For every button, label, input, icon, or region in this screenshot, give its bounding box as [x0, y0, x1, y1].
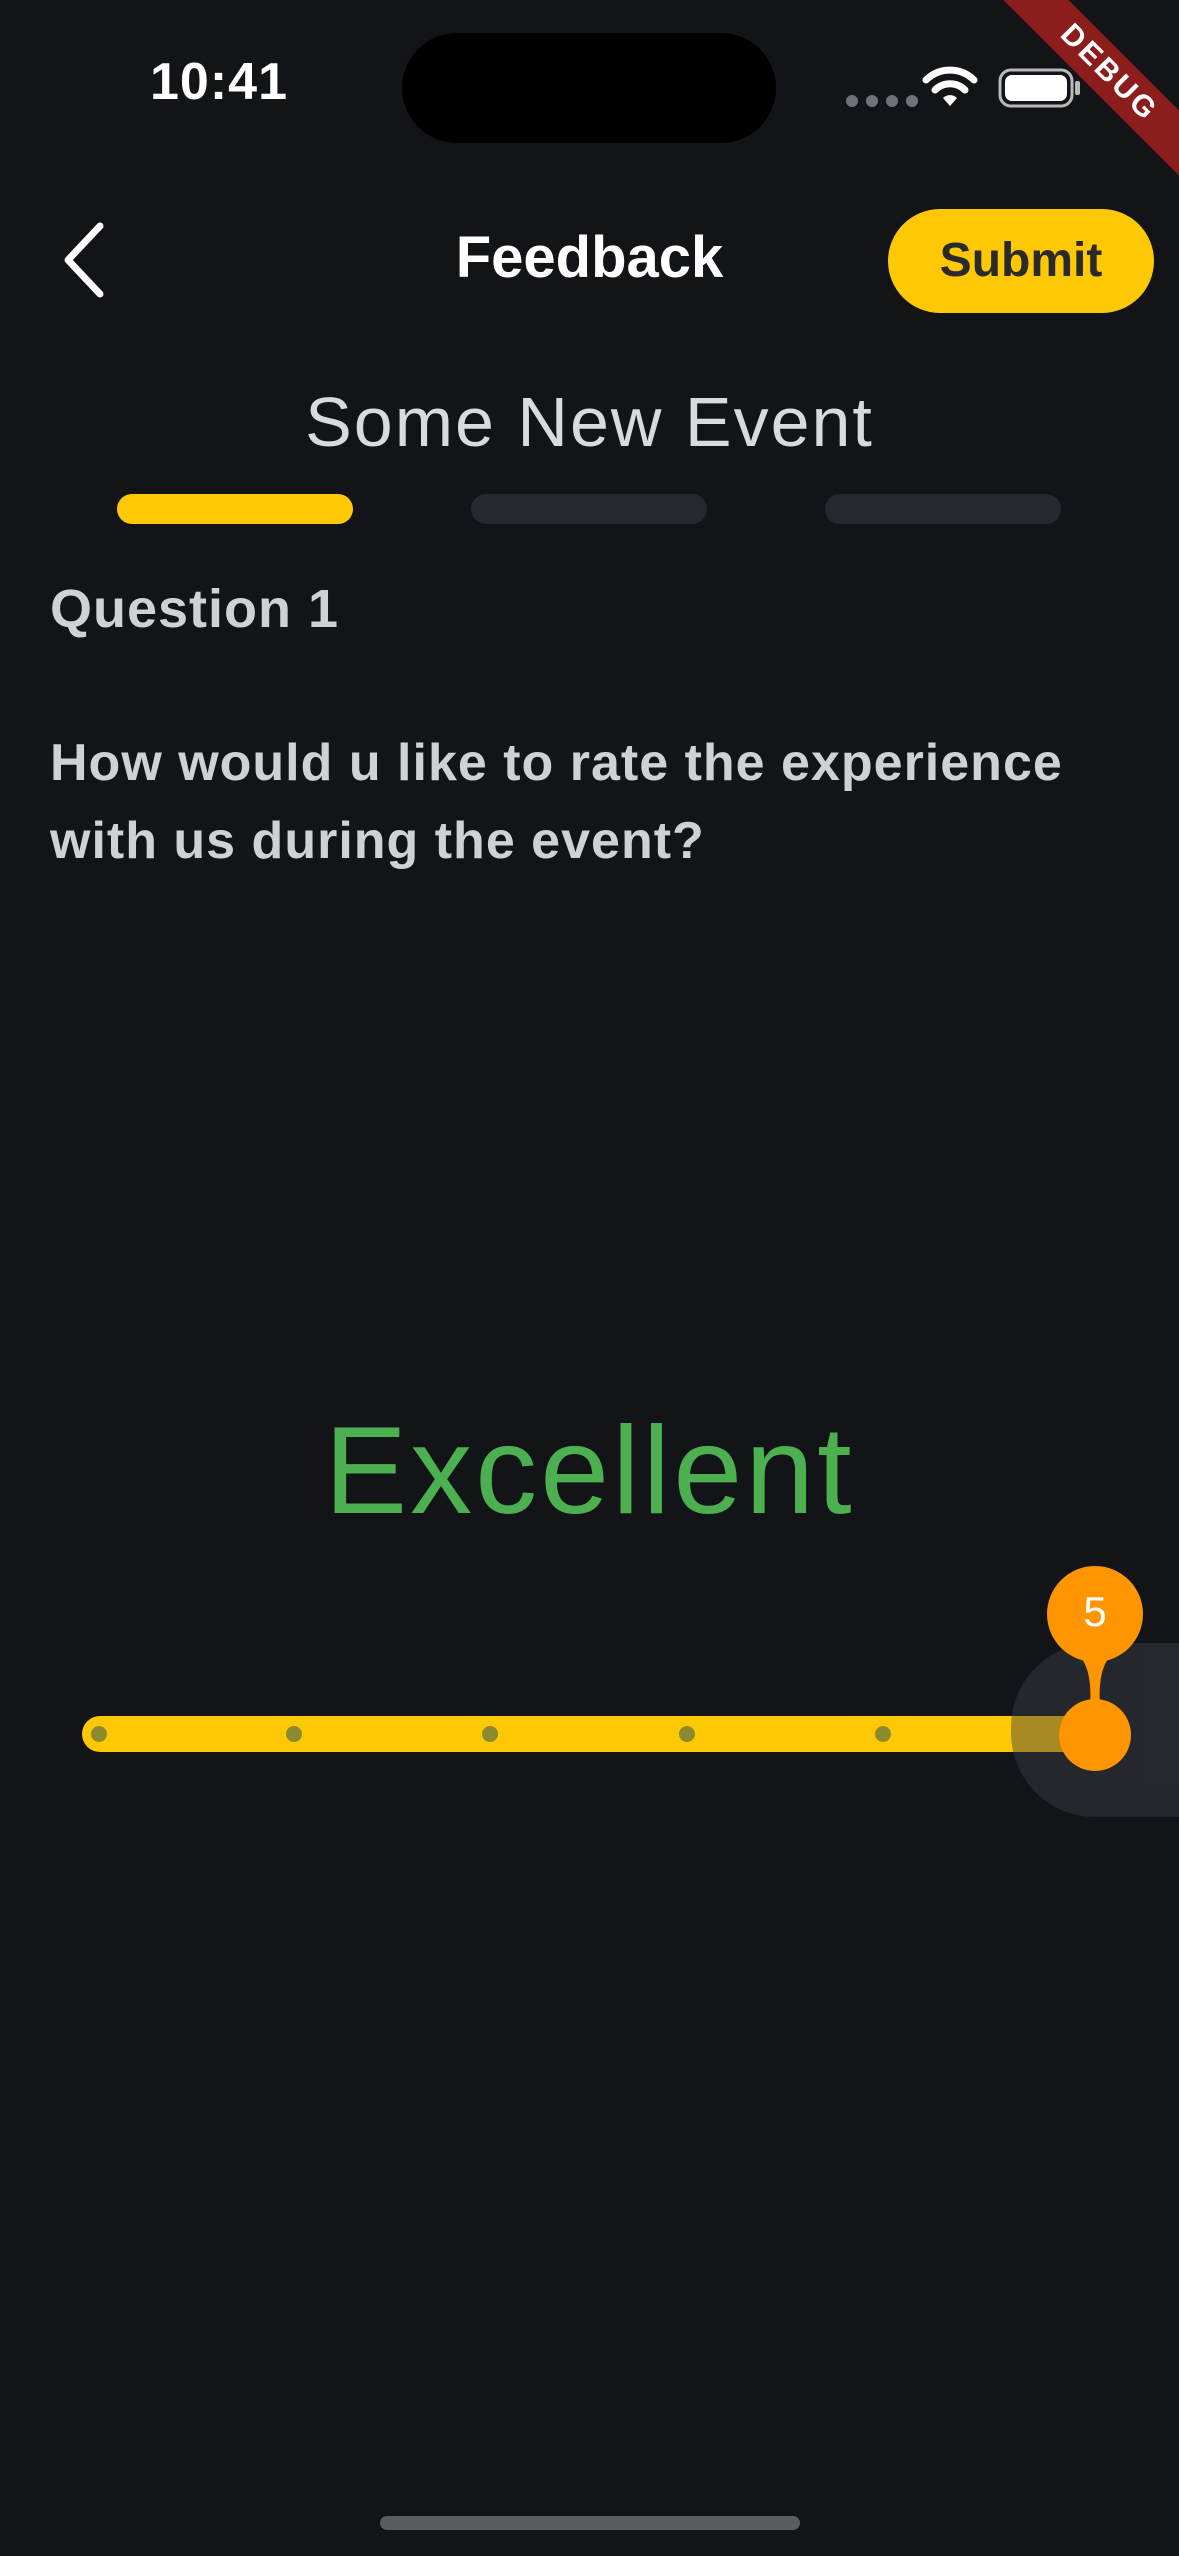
rating-label: Excellent: [324, 1402, 855, 1540]
slider-tick-3: [679, 1726, 695, 1742]
slider-tick-0: [91, 1726, 107, 1742]
wifi-icon: [922, 66, 978, 106]
debug-ribbon: DEBUG: [979, 0, 1179, 200]
slider-tick-1: [286, 1726, 302, 1742]
debug-ribbon-label: DEBUG: [986, 0, 1179, 196]
progress-step-3: [825, 494, 1061, 524]
progress-step-1: [117, 494, 353, 524]
rating-slider-thumb[interactable]: [1059, 1699, 1131, 1771]
status-time: 10:41: [150, 53, 288, 111]
question-label: Question 1: [50, 579, 340, 639]
cellular-signal-icon: [846, 95, 918, 107]
question-text: How would u like to rate the experience …: [50, 734, 1063, 870]
progress-step-2: [471, 494, 707, 524]
event-title: Some New Event: [305, 383, 874, 461]
slider-value-text: 5: [1083, 1588, 1107, 1635]
slider-tick-2: [482, 1726, 498, 1742]
dynamic-island: [402, 33, 776, 143]
submit-button[interactable]: Submit: [888, 209, 1154, 313]
rating-slider-track[interactable]: [82, 1716, 1102, 1752]
slider-tick-4: [875, 1726, 891, 1742]
home-indicator: [380, 2516, 800, 2530]
